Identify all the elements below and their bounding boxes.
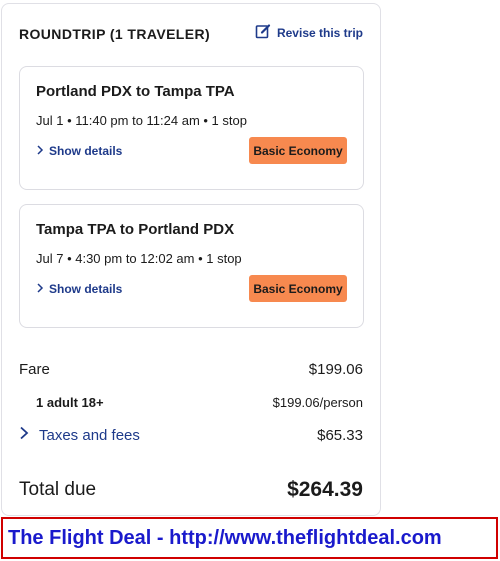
trip-heading: ROUNDTRIP (1 TRAVELER) [19,26,211,42]
revise-trip-link[interactable]: Revise this trip [255,23,363,42]
taxes-label: Taxes and fees [39,426,140,444]
show-details-button[interactable]: Show details [36,282,122,296]
flight-segment-return: Tampa TPA to Portland PDX Jul 7 • 4:30 p… [19,204,364,328]
chevron-right-icon [19,426,29,444]
fare-label: Fare [19,361,50,378]
adult-value: $199.06/person [272,395,363,410]
show-details-label: Show details [49,144,123,158]
show-details-button[interactable]: Show details [36,144,122,158]
flight-segment-outbound: Portland PDX to Tampa TPA Jul 1 • 11:40 … [19,66,364,190]
revise-trip-label: Revise this trip [276,25,363,40]
segment-route: Tampa TPA to Portland PDX [36,221,235,238]
edit-icon [255,23,271,42]
fare-class-badge: Basic Economy [249,137,347,164]
segment-time: Jul 1 • 11:40 pm to 11:24 am • 1 stop [36,113,247,128]
taxes-value: $65.33 [317,426,363,444]
total-row: Total due $264.39 [19,478,363,502]
fare-value: $199.06 [308,361,363,378]
adult-label: 1 adult 18+ [36,395,104,410]
fare-class-badge: Basic Economy [249,275,347,302]
trip-header: ROUNDTRIP (1 TRAVELER) Revise this trip [19,23,363,45]
watermark-banner: The Flight Deal - http://www.theflightde… [1,517,498,559]
total-label: Total due [19,479,97,500]
banner-text: The Flight Deal - http://www.theflightde… [8,526,442,549]
taxes-and-fees-toggle[interactable]: Taxes and fees [19,426,140,444]
taxes-row: Taxes and fees $65.33 [19,426,363,444]
trip-summary-card: ROUNDTRIP (1 TRAVELER) Revise this trip … [1,3,381,516]
show-details-label: Show details [49,282,123,296]
chevron-right-icon [36,282,44,296]
adult-row: 1 adult 18+ $199.06/person [19,395,363,410]
total-value: $264.39 [287,478,363,501]
chevron-right-icon [36,144,44,158]
fare-row: Fare $199.06 [19,361,363,378]
segment-route: Portland PDX to Tampa TPA [36,83,235,100]
segment-time: Jul 7 • 4:30 pm to 12:02 am • 1 stop [36,251,242,266]
